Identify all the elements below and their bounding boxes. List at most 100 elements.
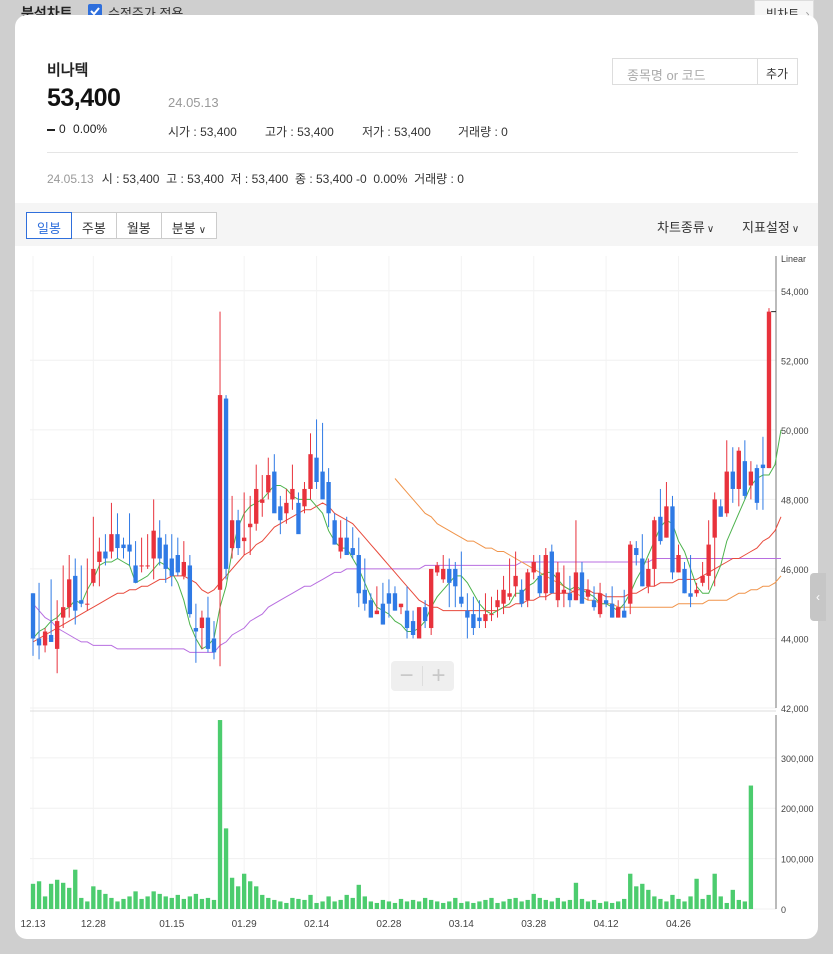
volume-bar: [380, 899, 386, 909]
volume-bar: [127, 896, 132, 909]
volume-bar: [658, 898, 663, 909]
volume-bar: [489, 897, 494, 909]
candle-body: [145, 565, 150, 567]
tab-daily[interactable]: 일봉: [26, 212, 72, 239]
stock-search-input[interactable]: 종목명 or 코드: [612, 58, 758, 85]
summary-text: 시 : 53,400 고 : 53,400 저 : 53,400 종 : 53,…: [101, 172, 464, 186]
candle-body: [374, 610, 380, 615]
candle-body: [628, 544, 633, 604]
volume-bar: [736, 899, 741, 909]
candle-body: [266, 475, 271, 493]
candle-body: [459, 596, 464, 604]
tab-monthly[interactable]: 월봉: [115, 212, 162, 239]
add-button[interactable]: 추가: [757, 58, 798, 85]
volume-bar: [513, 897, 518, 909]
volume-bar: [175, 894, 180, 909]
volume-bar: [386, 901, 392, 909]
date-tick-label: 02.28: [376, 919, 401, 930]
candle-body: [398, 603, 404, 608]
candle-body: [235, 520, 241, 549]
indicator-dropdown[interactable]: 지표설정 ∨: [742, 217, 799, 236]
volume-bar: [121, 898, 126, 909]
date-tick-label: 12.13: [21, 919, 46, 930]
stock-name: 비나텍: [47, 62, 89, 79]
scale-type-label: Linear: [781, 254, 806, 264]
volume-bar: [73, 869, 78, 909]
volume-bar: [284, 902, 289, 909]
volume-bar: [706, 894, 711, 909]
candle-body: [477, 617, 482, 622]
candle-body: [664, 506, 669, 538]
chart-panel: [15, 15, 818, 939]
volume-bar: [320, 901, 325, 909]
volume-bar: [217, 720, 223, 909]
candle-body: [441, 568, 446, 580]
candle-body: [428, 568, 434, 629]
side-panel-toggle[interactable]: ‹: [810, 573, 826, 621]
candle-body: [519, 589, 524, 604]
candle-body: [193, 628, 199, 632]
price-tick-label: 52,000: [781, 356, 809, 366]
change-percent: 0.00%: [73, 122, 108, 136]
candle-body: [410, 621, 416, 635]
candle-body: [332, 520, 337, 545]
candle-body: [392, 593, 398, 611]
candle-body: [42, 631, 48, 646]
zoom-out-button[interactable]: −: [391, 661, 422, 691]
volume-bar: [362, 896, 367, 909]
volume-bar: [272, 899, 277, 909]
candle-body: [404, 610, 410, 629]
chart-type-dropdown[interactable]: 차트종류 ∨: [657, 217, 714, 236]
candle-body: [290, 488, 295, 500]
zoom-controls: − +: [391, 661, 454, 691]
volume-bar: [67, 887, 72, 909]
candle-body: [217, 395, 223, 590]
candle-body: [278, 506, 283, 521]
volume-bar: [664, 901, 669, 909]
volume-bar: [519, 901, 524, 909]
volume-bar: [591, 899, 597, 909]
volume-bar: [392, 902, 398, 909]
candle-body: [115, 534, 120, 549]
price-tick-label: 46,000: [781, 565, 809, 575]
candle-body: [760, 464, 766, 469]
volume-bar: [573, 882, 579, 909]
chart-type-label: 차트종류: [657, 220, 705, 235]
change-value: 0: [59, 122, 66, 136]
candle-body: [386, 593, 392, 604]
candle-body: [748, 471, 754, 486]
candle-body: [489, 614, 494, 616]
volume-bar: [555, 897, 561, 909]
price-change: 0 0.00%: [47, 122, 107, 136]
candle-body: [36, 638, 42, 646]
candle-body: [229, 520, 235, 549]
tab-weekly[interactable]: 주봉: [70, 212, 117, 239]
candle-body: [205, 617, 211, 649]
candle-body: [615, 607, 621, 618]
candle-body: [169, 558, 174, 576]
volume-bar: [79, 897, 84, 909]
volume-bar: [585, 901, 591, 909]
volume-bar: [260, 894, 265, 909]
candle-body: [549, 551, 554, 594]
volume-bar: [139, 898, 144, 909]
candle-body: [73, 575, 78, 611]
volume-bar: [296, 898, 301, 909]
volume-bar: [109, 897, 114, 909]
volume-bar: [290, 897, 295, 909]
candle-body: [640, 558, 645, 587]
candle-body: [85, 603, 90, 605]
volume-bar: [435, 901, 440, 909]
volume-bar: [543, 899, 548, 909]
volume-value: 거래량 : 0: [458, 125, 508, 139]
current-price: 53,400: [47, 84, 121, 112]
period-tabs: 일봉 주봉 월봉 분봉 ∨: [26, 212, 218, 239]
candle-body: [507, 593, 512, 597]
tab-minute[interactable]: 분봉 ∨: [160, 212, 218, 239]
zoom-in-button[interactable]: +: [423, 661, 454, 691]
volume-bar: [549, 901, 554, 909]
candle-body: [435, 565, 440, 573]
volume-bar: [314, 902, 319, 909]
volume-bar: [145, 896, 150, 909]
volume-bar: [742, 901, 748, 909]
